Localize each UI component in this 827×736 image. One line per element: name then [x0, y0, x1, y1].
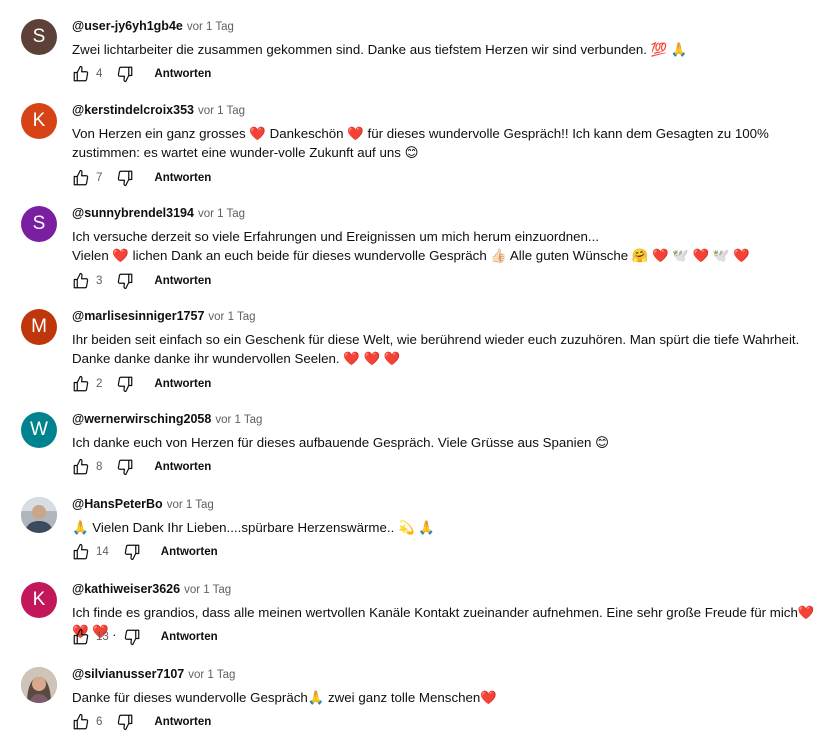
comment-actions: 3 Antworten — [70, 271, 211, 291]
comment-actions: 8 Antworten — [70, 457, 211, 477]
comment-actions: 14 Antworten — [70, 542, 218, 562]
author-handle[interactable]: @kathiweiser3626 — [72, 582, 180, 596]
reply-button[interactable]: Antworten — [161, 546, 218, 558]
author-handle[interactable]: @user-jy6yh1gb4e — [72, 19, 183, 33]
avatar[interactable]: K — [21, 103, 57, 139]
like-button[interactable] — [70, 712, 92, 732]
comment-actions: 7 Antworten — [70, 168, 211, 188]
thumbs-down-icon — [124, 544, 140, 561]
comment-time[interactable]: vor 1 Tag — [184, 584, 231, 596]
thumbs-up-icon — [73, 169, 89, 186]
dislike-button[interactable] — [114, 168, 136, 188]
like-button[interactable] — [70, 64, 92, 84]
thumbs-up-icon — [73, 458, 89, 475]
reply-button[interactable]: Antworten — [154, 68, 211, 80]
comment-text: Ihr beiden seit einfach so ein Geschenk … — [72, 332, 800, 366]
like-count: 7 — [96, 172, 103, 184]
dislike-button[interactable] — [114, 374, 136, 394]
dislike-button[interactable] — [114, 64, 136, 84]
like-button[interactable] — [70, 627, 92, 647]
thumbs-down-icon — [118, 376, 133, 393]
comment-header: @HansPeterBo vor 1 Tag — [72, 497, 817, 513]
author-handle[interactable]: @kerstindelcroix353 — [72, 103, 194, 117]
person-photo-icon — [21, 497, 57, 533]
author-handle[interactable]: @sunnybrendel3194 — [72, 206, 194, 220]
like-count: 6 — [96, 716, 103, 728]
comment-header: @kathiweiser3626 vor 1 Tag — [72, 582, 817, 598]
reply-button[interactable]: Antworten — [154, 461, 211, 473]
comment-header: @kerstindelcroix353 vor 1 Tag — [72, 103, 817, 119]
comment-text: Danke für dieses wundervolle Gespräch🙏 z… — [72, 690, 497, 705]
author-handle[interactable]: @wernerwirsching2058 — [72, 412, 211, 426]
like-count: 14 — [96, 546, 109, 558]
like-button[interactable] — [70, 457, 92, 477]
dislike-button[interactable] — [121, 542, 143, 562]
comment-time[interactable]: vor 1 Tag — [198, 208, 245, 220]
author-handle[interactable]: @silvianusser7107 — [72, 667, 184, 681]
comment-text: Von Herzen ein ganz grosses ❤️ Dankeschö… — [72, 126, 769, 160]
reply-button[interactable]: Antworten — [154, 275, 211, 287]
comment-actions: 4 Antworten — [70, 64, 211, 84]
comment-header: @user-jy6yh1gb4e vor 1 Tag — [72, 19, 817, 35]
comment-header: @wernerwirsching2058 vor 1 Tag — [72, 412, 817, 428]
comment-text: 🙏 Vielen Dank Ihr Lieben....spürbare Her… — [72, 520, 435, 535]
comment-text: Zwei lichtarbeiter die zusammen gekommen… — [72, 42, 688, 57]
comment-time[interactable]: vor 1 Tag — [187, 21, 234, 33]
dislike-button[interactable] — [114, 271, 136, 291]
avatar[interactable]: S — [21, 19, 57, 55]
thumbs-down-icon — [118, 273, 133, 290]
avatar[interactable]: S — [21, 206, 57, 242]
avatar[interactable]: K — [21, 582, 57, 618]
thumbs-up-icon — [73, 713, 89, 730]
avatar[interactable] — [21, 667, 57, 703]
comment-time[interactable]: vor 1 Tag — [208, 311, 255, 323]
like-count: 8 — [96, 461, 103, 473]
thumbs-up-icon — [73, 628, 89, 645]
like-button[interactable] — [70, 374, 92, 394]
comment-time[interactable]: vor 1 Tag — [198, 105, 245, 117]
like-count: 2 — [96, 378, 103, 390]
reply-button[interactable]: Antworten — [161, 631, 218, 643]
reply-button[interactable]: Antworten — [154, 172, 211, 184]
comment-actions: 13 Antworten — [70, 627, 218, 647]
author-handle[interactable]: @HansPeterBo — [72, 497, 163, 511]
reply-button[interactable]: Antworten — [154, 378, 211, 390]
comment-text: Ich versuche derzeit so viele Erfahrunge… — [72, 229, 750, 263]
thumbs-up-icon — [73, 65, 89, 82]
dislike-button[interactable] — [114, 457, 136, 477]
comment-time[interactable]: vor 1 Tag — [188, 669, 235, 681]
comment-actions: 2 Antworten — [70, 374, 211, 394]
dislike-button[interactable] — [121, 627, 143, 647]
avatar[interactable]: M — [21, 309, 57, 345]
comment-header: @marlisesinniger1757 vor 1 Tag — [72, 309, 817, 325]
comment-header: @silvianusser7107 vor 1 Tag — [72, 667, 817, 683]
person-photo-icon — [21, 667, 57, 703]
thumbs-down-icon — [118, 170, 133, 187]
like-count: 4 — [96, 68, 103, 80]
author-handle[interactable]: @marlisesinniger1757 — [72, 309, 204, 323]
thumbs-down-icon — [118, 459, 133, 476]
like-button[interactable] — [70, 542, 92, 562]
like-button[interactable] — [70, 168, 92, 188]
avatar[interactable]: W — [21, 412, 57, 448]
comment-actions: 6 Antworten — [70, 712, 211, 732]
comment-text: Ich danke euch von Herzen für dieses auf… — [72, 435, 609, 450]
like-count: 13 — [96, 631, 109, 643]
thumbs-down-icon — [118, 66, 133, 83]
comment-header: @sunnybrendel3194 vor 1 Tag — [72, 206, 817, 222]
dislike-button[interactable] — [114, 712, 136, 732]
thumbs-down-icon — [124, 629, 140, 646]
avatar[interactable] — [21, 497, 57, 533]
like-button[interactable] — [70, 271, 92, 291]
comment-time[interactable]: vor 1 Tag — [215, 414, 262, 426]
reply-button[interactable]: Antworten — [154, 716, 211, 728]
thumbs-up-icon — [73, 272, 89, 289]
comment-time[interactable]: vor 1 Tag — [167, 499, 214, 511]
like-count: 3 — [96, 275, 103, 287]
thumbs-up-icon — [73, 543, 89, 560]
thumbs-down-icon — [118, 714, 133, 731]
thumbs-up-icon — [73, 375, 89, 392]
